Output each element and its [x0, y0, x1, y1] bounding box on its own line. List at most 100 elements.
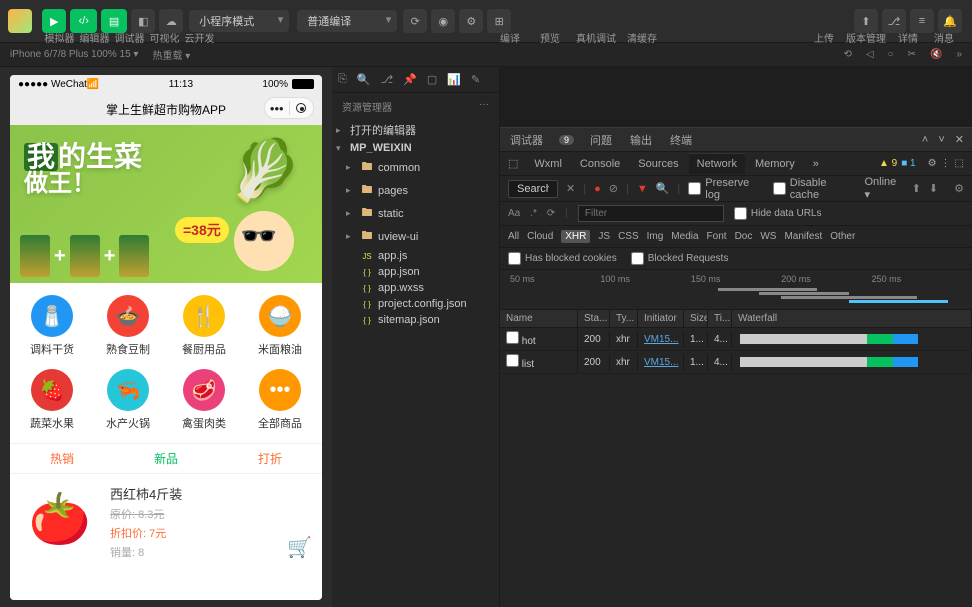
cut-icon[interactable]: ✂	[908, 49, 916, 60]
col-waterfall[interactable]: Waterfall	[732, 310, 972, 327]
filter-type-other[interactable]: Other	[830, 231, 855, 242]
chevron-up-icon[interactable]: ˄	[922, 134, 928, 146]
upload-har-icon[interactable]: ⬆	[912, 182, 921, 195]
filter-toggle-icon[interactable]: ▼	[637, 183, 648, 195]
filter-type-all[interactable]: All	[508, 231, 519, 242]
capsule-close-icon[interactable]	[296, 103, 306, 113]
filter-type-cloud[interactable]: Cloud	[527, 231, 553, 242]
filter-type-media[interactable]: Media	[671, 231, 698, 242]
clear-icon[interactable]: ⊘	[609, 182, 618, 195]
aa-icon[interactable]: Aa	[508, 208, 520, 219]
col-size[interactable]: Size	[684, 310, 708, 327]
disable-cache-checkbox[interactable]: Disable cache	[773, 177, 857, 201]
search-input[interactable]	[508, 180, 558, 198]
filter-type-js[interactable]: JS	[598, 231, 610, 242]
tab-discount[interactable]: 打折	[258, 450, 282, 467]
category-item-3[interactable]: 🍚米面粮油	[242, 291, 318, 361]
file-app-js[interactable]: JSapp.js	[332, 248, 499, 264]
filter-type-ws[interactable]: WS	[760, 231, 776, 242]
blocked-requests-checkbox[interactable]: Blocked Requests	[631, 252, 729, 265]
product-card[interactable]: 🍅 西红柿4斤装 原价: 8.3元 折扣价: 7元 销量: 8 🛒	[10, 473, 322, 570]
filter-type-manifest[interactable]: Manifest	[784, 231, 822, 242]
blocked-cookies-checkbox[interactable]: Has blocked cookies	[508, 252, 617, 265]
warning-indicator[interactable]: ▲ 9	[879, 158, 897, 169]
tab-sources[interactable]: Sources	[630, 154, 686, 174]
brush-icon[interactable]: ✎	[471, 73, 480, 86]
hide-data-urls-checkbox[interactable]: Hide data URLs	[734, 207, 822, 220]
tab-problem[interactable]: 问题	[588, 128, 614, 152]
tab-debugger[interactable]: 调试器	[508, 128, 545, 152]
explorer-more-icon[interactable]: ···	[479, 99, 489, 110]
category-item-4[interactable]: 🍓蔬菜水果	[14, 365, 90, 435]
remote-debug-icon[interactable]: ⚙	[459, 9, 483, 33]
filter-type-font[interactable]: Font	[707, 231, 727, 242]
col-time[interactable]: Ti...	[708, 310, 732, 327]
tab-console[interactable]: Console	[572, 154, 628, 174]
pin-icon[interactable]: 📌	[403, 73, 417, 86]
category-item-7[interactable]: •••全部商品	[242, 365, 318, 435]
tab-terminal[interactable]: 终端	[668, 128, 694, 152]
request-row-list[interactable]: list 200 xhr VM15... 1... 4...	[500, 351, 972, 374]
compile-icon[interactable]: ⟳	[403, 9, 427, 33]
tab-output[interactable]: 输出	[628, 128, 654, 152]
tab-more[interactable]: »	[805, 154, 827, 174]
col-type[interactable]: Ty...	[610, 310, 638, 327]
menu-icon[interactable]: ⋮	[941, 158, 951, 169]
category-item-5[interactable]: 🦐水产火锅	[90, 365, 166, 435]
throttle-select[interactable]: Online ▾	[864, 176, 903, 201]
back-icon[interactable]: ◁	[866, 49, 874, 60]
initiator-link[interactable]: VM15...	[644, 334, 678, 345]
category-item-0[interactable]: 🧂调料干货	[14, 291, 90, 361]
folder-uview-ui[interactable]: ▸🖿uview-ui	[332, 225, 499, 248]
row-checkbox[interactable]	[506, 354, 519, 367]
app-body[interactable]: 我的生菜 做王！ 🥬 =38元 ++ 🧂调料干货🍲熟食豆制🍴餐厨用品🍚米面粮油 🍓…	[10, 125, 322, 600]
user-avatar[interactable]	[8, 9, 32, 33]
filter-type-css[interactable]: CSS	[618, 231, 639, 242]
compile-dropdown[interactable]: 普通编译	[297, 10, 397, 32]
col-initiator[interactable]: Initiator	[638, 310, 684, 327]
mode-dropdown[interactable]: 小程序模式	[189, 10, 289, 32]
folder-static[interactable]: ▸🖿static	[332, 202, 499, 225]
sound-icon[interactable]: 🔇	[930, 49, 942, 60]
capsule-more-icon[interactable]: •••	[265, 101, 289, 116]
record-icon[interactable]: ●	[594, 183, 601, 195]
branch-icon[interactable]: ⎇	[381, 73, 394, 86]
home-icon[interactable]: ○	[888, 49, 894, 60]
preserve-log-checkbox[interactable]: Preserve log	[688, 177, 765, 201]
file-project-config-json[interactable]: { }project.config.json	[332, 296, 499, 312]
file-sitemap-json[interactable]: { }sitemap.json	[332, 312, 499, 328]
chart-icon[interactable]: 📊	[447, 73, 461, 86]
regex-icon[interactable]: .*	[530, 208, 537, 219]
close-search-icon[interactable]: ✕	[566, 182, 575, 195]
filter-type-img[interactable]: Img	[647, 231, 664, 242]
tree-open-editor[interactable]: ▸打开的编辑器	[332, 120, 499, 140]
box-icon[interactable]: ▢	[427, 73, 437, 86]
tab-hot[interactable]: 热销	[50, 450, 74, 467]
category-item-2[interactable]: 🍴餐厨用品	[166, 291, 242, 361]
copy-icon[interactable]: ⎘	[338, 73, 347, 86]
preview-icon[interactable]: ◉	[431, 9, 455, 33]
folder-common[interactable]: ▸🖿common	[332, 156, 499, 179]
category-item-1[interactable]: 🍲熟食豆制	[90, 291, 166, 361]
download-har-icon[interactable]: ⬇	[929, 182, 938, 195]
refresh-icon[interactable]: ⟳	[547, 208, 555, 219]
col-status[interactable]: Sta...	[578, 310, 610, 327]
info-indicator[interactable]: ■ 1	[901, 158, 915, 169]
filter-type-doc[interactable]: Doc	[735, 231, 753, 242]
close-devtools-icon[interactable]: ✕	[955, 133, 964, 146]
banner[interactable]: 我的生菜 做王！ 🥬 =38元 ++	[10, 125, 322, 283]
filter-input[interactable]	[578, 205, 724, 222]
timeline[interactable]: 50 ms 100 ms 150 ms 200 ms 250 ms	[500, 270, 972, 310]
row-checkbox[interactable]	[506, 331, 519, 344]
filter-type-xhr[interactable]: XHR	[561, 230, 590, 243]
net-gear-icon[interactable]: ⚙	[954, 182, 964, 195]
tab-memory[interactable]: Memory	[747, 154, 803, 174]
tab-wxml[interactable]: Wxml	[526, 154, 570, 174]
request-row-hot[interactable]: hot 200 xhr VM15... 1... 4...	[500, 328, 972, 351]
gear-icon[interactable]: ⚙	[928, 158, 937, 169]
chevron-down-icon[interactable]: ˅	[938, 134, 944, 146]
hot-reload[interactable]: 热重载 ▾	[152, 47, 190, 62]
rotate-icon[interactable]: ⟲	[843, 49, 851, 60]
category-item-6[interactable]: 🥩禽蛋肉类	[166, 365, 242, 435]
device-selector[interactable]: iPhone 6/7/8 Plus 100% 15 ▾	[10, 49, 138, 60]
